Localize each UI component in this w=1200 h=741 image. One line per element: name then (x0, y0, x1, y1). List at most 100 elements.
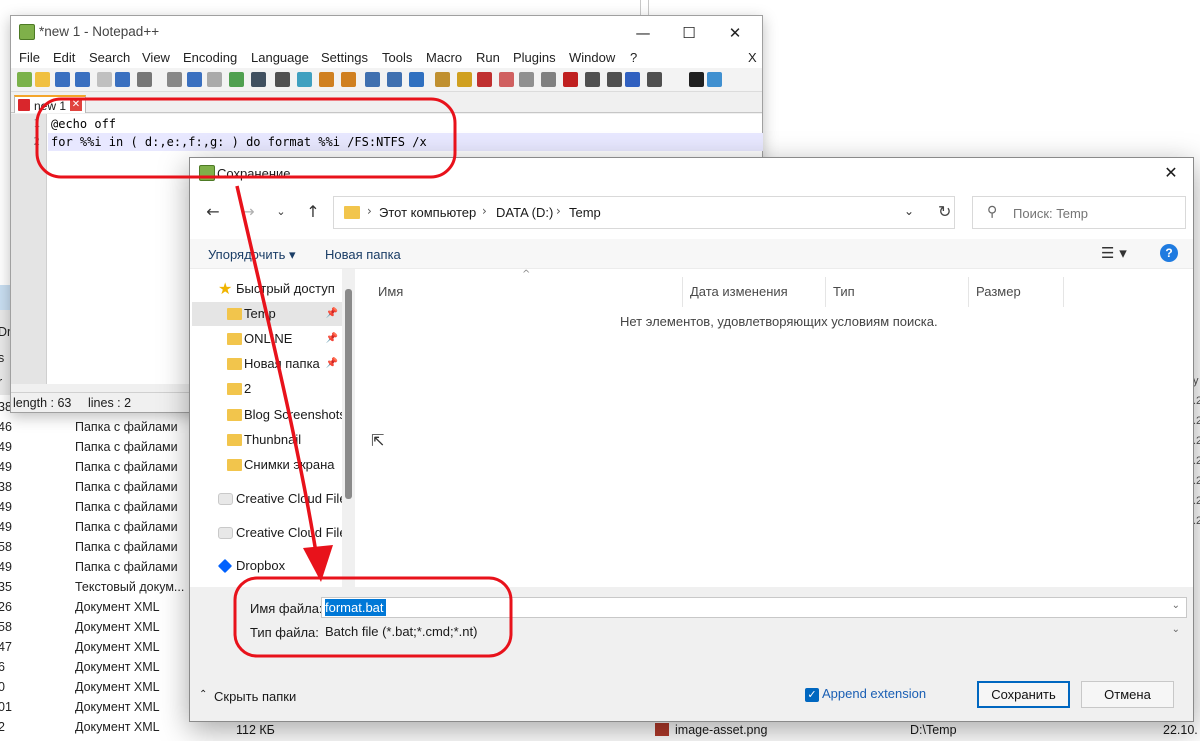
column-header-type[interactable]: Тип (826, 277, 969, 307)
undo-icon[interactable] (229, 72, 244, 87)
background-file-row[interactable]: 38 Папка с файлами (0, 477, 190, 497)
search-input[interactable] (1013, 204, 1178, 222)
code-line[interactable]: @echo off (48, 115, 763, 133)
search-box[interactable]: ⚲ (972, 196, 1186, 229)
open-file-icon[interactable] (35, 72, 50, 87)
background-file-row[interactable]: 49 Папка с файлами (0, 437, 190, 457)
nav-item[interactable]: Thunbnail (192, 428, 342, 452)
stop-macro-icon[interactable] (607, 72, 622, 87)
nav-item[interactable]: Creative Cloud Files (192, 521, 342, 545)
all-chars-icon[interactable] (435, 72, 450, 87)
nav-item[interactable]: Снимки экрана (192, 453, 342, 477)
hide-folders-button[interactable]: Скрыть папки (214, 689, 296, 704)
play-macro-icon[interactable] (625, 72, 640, 87)
nav-item[interactable]: Creative Cloud Files (192, 487, 342, 511)
column-header-name[interactable]: Имя (371, 277, 683, 307)
udl-icon[interactable] (477, 72, 492, 87)
zoom-out-icon[interactable] (341, 72, 356, 87)
doc-map-icon[interactable] (499, 72, 514, 87)
nav-item[interactable]: Dropbox (192, 554, 342, 578)
chevron-down-icon[interactable]: ⌄ (1172, 624, 1180, 635)
menu-settings[interactable]: Settings (321, 50, 368, 65)
run-macro-icon[interactable] (647, 72, 662, 87)
record-macro-icon[interactable] (585, 72, 600, 87)
background-file-row[interactable]: image-asset.png (655, 720, 767, 740)
nav-item[interactable]: Новая папка 📌 (192, 352, 342, 376)
back-arrow-icon[interactable]: ← (201, 200, 225, 224)
menu-macro[interactable]: Macro (426, 50, 462, 65)
menu-edit[interactable]: Edit (53, 50, 75, 65)
zoom-in-icon[interactable] (319, 72, 334, 87)
background-file-row[interactable]: 0 Документ XML (0, 677, 190, 697)
code-line-active[interactable]: for %%i in ( d:,e:,f:,g: ) do format %%i… (48, 133, 763, 151)
save-all-icon[interactable] (75, 72, 90, 87)
address-bar[interactable]: › Этот компьютер › DATA (D:) › Temp ⌄ ↻ (333, 196, 955, 229)
append-extension-label[interactable]: Append extension (822, 686, 926, 701)
indent-guide-icon[interactable] (457, 72, 472, 87)
background-file-row[interactable]: 01 Документ XML (0, 697, 190, 717)
help-icon[interactable]: ? (1160, 244, 1178, 262)
filename-field[interactable]: ⌄ (321, 597, 1187, 618)
cancel-button[interactable]: Отмена (1081, 681, 1174, 708)
background-file-row[interactable]: 47 Документ XML (0, 637, 190, 657)
breadcrumb-drive[interactable]: DATA (D:) (496, 205, 553, 220)
column-header-size[interactable]: Размер (969, 277, 1064, 307)
scrollbar-thumb[interactable] (345, 289, 352, 499)
tab-new-1[interactable]: new 1 ✕ (14, 95, 86, 113)
checkbox-checked-icon[interactable]: ✓ (805, 688, 819, 702)
view-options-icon[interactable]: ☰ ▾ (1101, 244, 1127, 262)
monitor-icon[interactable] (563, 72, 578, 87)
close-file-icon[interactable] (97, 72, 112, 87)
minimize-button[interactable]: — (621, 20, 665, 46)
copy-icon[interactable] (187, 72, 202, 87)
cut-icon[interactable] (167, 72, 182, 87)
background-file-row[interactable]: 26 Документ XML (0, 597, 190, 617)
chevron-down-icon[interactable]: ⌄ (1172, 600, 1180, 611)
background-file-row[interactable]: 49 Папка с файлами (0, 497, 190, 517)
forward-arrow-icon[interactable]: → (236, 200, 260, 224)
nav-item[interactable]: ★ Быстрый доступ (192, 277, 342, 301)
background-file-row[interactable]: 2 Документ XML (0, 717, 190, 737)
dialog-titlebar[interactable]: Сохранение ✕ (190, 158, 1193, 188)
navigation-scrollbar[interactable] (342, 269, 355, 587)
menu-search[interactable]: Search (89, 50, 130, 65)
chevron-down-icon[interactable]: ⌄ (904, 204, 914, 218)
up-arrow-icon[interactable]: ↑ (301, 200, 325, 224)
background-file-row[interactable]: 58 Папка с файлами (0, 537, 190, 557)
close-button[interactable]: ✕ (713, 20, 757, 46)
background-file-row[interactable]: 49 Папка с файлами (0, 457, 190, 477)
maximize-button[interactable]: ☐ (667, 20, 711, 46)
replace-icon[interactable] (297, 72, 312, 87)
filename-input[interactable] (325, 599, 1125, 616)
background-file-row[interactable]: 49 Папка с файлами (0, 557, 190, 577)
new-file-icon[interactable] (17, 72, 32, 87)
menu-encoding[interactable]: Encoding (183, 50, 237, 65)
column-header-date[interactable]: Дата изменения (683, 277, 826, 307)
close-all-icon[interactable] (115, 72, 130, 87)
recent-locations-chevron-icon[interactable]: ⌄ (269, 200, 293, 224)
word-wrap-icon[interactable] (409, 72, 424, 87)
menu-help[interactable]: ? (630, 50, 637, 65)
tab-close-icon[interactable]: ✕ (70, 99, 82, 111)
menu-close-doc[interactable]: X (748, 50, 757, 65)
new-folder-button[interactable]: Новая папка (325, 247, 401, 262)
save-button[interactable]: Сохранить (977, 681, 1070, 708)
background-file-row[interactable]: 49 Папка с файлами (0, 517, 190, 537)
background-file-row[interactable]: 46 Папка с файлами (0, 417, 190, 437)
menu-language[interactable]: Language (251, 50, 309, 65)
nav-item[interactable]: 2 (192, 377, 342, 401)
breadcrumb-temp[interactable]: Temp (569, 205, 601, 220)
menu-file[interactable]: File (19, 50, 40, 65)
breadcrumb-this-pc[interactable]: Этот компьютер (379, 205, 476, 220)
menu-tools[interactable]: Tools (382, 50, 412, 65)
background-file-row[interactable]: 35 Текстовый докум... (0, 577, 190, 597)
nav-item[interactable]: ONLINE 📌 (192, 327, 342, 351)
sync-h-icon[interactable] (387, 72, 402, 87)
find-icon[interactable] (275, 72, 290, 87)
print-icon[interactable] (137, 72, 152, 87)
menu-plugins[interactable]: Plugins (513, 50, 556, 65)
filetype-select[interactable]: Batch file (*.bat;*.cmd;*.nt) ⌄ (321, 621, 1187, 642)
extra-icon[interactable] (707, 72, 722, 87)
nav-item[interactable]: Temp 📌 (192, 302, 342, 326)
refresh-icon[interactable]: ↻ (938, 202, 951, 221)
